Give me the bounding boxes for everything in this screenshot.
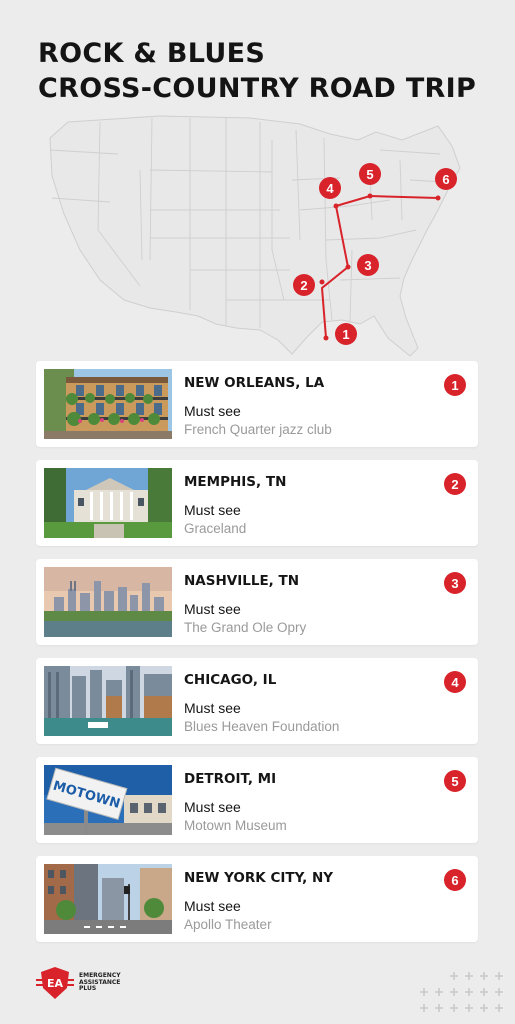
plus-mark <box>435 988 443 996</box>
logo-wordmark: EMERGENCY ASSISTANCE PLUS <box>79 973 127 993</box>
map-marker-2: 2 <box>293 274 315 296</box>
marker-4-label: 4 <box>326 181 334 196</box>
stop-number-badge: 6 <box>444 869 466 891</box>
must-see-label: Must see <box>184 700 241 716</box>
plus-pattern-decoration <box>420 972 503 1012</box>
nashville-photo <box>44 567 172 637</box>
shield-logo-icon: EA <box>36 967 74 999</box>
brand-logo: EA EMERGENCY ASSISTANCE PLUS <box>36 966 127 1000</box>
plus-mark <box>480 988 488 996</box>
map-marker-1: 1 <box>335 323 357 345</box>
plus-mark <box>480 972 488 980</box>
map-marker-5: 5 <box>359 163 381 185</box>
marker-6-label: 6 <box>442 172 449 187</box>
plus-mark <box>420 988 428 996</box>
plus-mark <box>450 972 458 980</box>
logo-mark-text: EA <box>47 977 64 990</box>
plus-mark <box>495 1004 503 1012</box>
memphis-photo <box>44 468 172 538</box>
marker-1-label: 1 <box>342 327 349 342</box>
must-see-place: Graceland <box>184 521 247 536</box>
stop-city: NEW YORK CITY, NY <box>184 870 334 886</box>
stop-city: CHICAGO, IL <box>184 672 277 688</box>
stop-number-badge: 4 <box>444 671 466 693</box>
stop-card-nashville: NASHVILLE, TN Must see The Grand Ole Opr… <box>36 559 478 645</box>
plus-mark <box>495 988 503 996</box>
map-marker-3: 3 <box>357 254 379 276</box>
title-line-2: CROSS-COUNTRY ROAD TRIP <box>38 73 477 104</box>
stops-list: NEW ORLEANS, LA Must see French Quarter … <box>36 361 478 955</box>
marker-3-label: 3 <box>364 258 371 273</box>
must-see-label: Must see <box>184 799 241 815</box>
page-title: ROCK & BLUES CROSS-COUNTRY ROAD TRIP <box>38 36 476 106</box>
plus-mark <box>465 1004 473 1012</box>
plus-mark <box>495 972 503 980</box>
plus-mark <box>465 972 473 980</box>
stop-city: MEMPHIS, TN <box>184 474 287 490</box>
stop-number-badge: 1 <box>444 374 466 396</box>
plus-mark <box>450 988 458 996</box>
must-see-place: French Quarter jazz club <box>184 422 332 437</box>
stop-number-badge: 5 <box>444 770 466 792</box>
plus-mark <box>435 1004 443 1012</box>
stop-city: NASHVILLE, TN <box>184 573 300 589</box>
must-see-place: Motown Museum <box>184 818 287 833</box>
new-york-photo <box>44 864 172 934</box>
map-marker-6: 6 <box>435 168 457 190</box>
must-see-label: Must see <box>184 502 241 518</box>
plus-mark <box>450 1004 458 1012</box>
stop-card-detroit: MOTOWN DETROIT, MI Must see Motown Museu… <box>36 757 478 843</box>
stop-number-badge: 3 <box>444 572 466 594</box>
map-marker-4: 4 <box>319 177 341 199</box>
stop-number-badge: 2 <box>444 473 466 495</box>
title-line-1: ROCK & BLUES <box>38 38 266 69</box>
marker-2-label: 2 <box>300 278 307 293</box>
stop-city: DETROIT, MI <box>184 771 277 787</box>
plus-mark <box>480 1004 488 1012</box>
stop-card-memphis: MEMPHIS, TN Must see Graceland 2 <box>36 460 478 546</box>
detroit-photo: MOTOWN <box>44 765 172 835</box>
plus-mark <box>420 1004 428 1012</box>
plus-mark <box>465 988 473 996</box>
us-route-map: 1 2 3 4 5 6 <box>49 115 461 357</box>
new-orleans-photo <box>44 369 172 439</box>
marker-5-label: 5 <box>366 167 373 182</box>
logo-line-3: PLUS <box>79 985 97 993</box>
must-see-place: Apollo Theater <box>184 917 272 932</box>
stop-card-new-york: NEW YORK CITY, NY Must see Apollo Theate… <box>36 856 478 942</box>
must-see-place: The Grand Ole Opry <box>184 620 307 635</box>
must-see-label: Must see <box>184 898 241 914</box>
must-see-label: Must see <box>184 403 241 419</box>
stop-card-chicago: CHICAGO, IL Must see Blues Heaven Founda… <box>36 658 478 744</box>
stop-card-new-orleans: NEW ORLEANS, LA Must see French Quarter … <box>36 361 478 447</box>
map-outline <box>49 115 461 357</box>
must-see-label: Must see <box>184 601 241 617</box>
stop-city: NEW ORLEANS, LA <box>184 375 325 391</box>
must-see-place: Blues Heaven Foundation <box>184 719 340 734</box>
chicago-photo <box>44 666 172 736</box>
